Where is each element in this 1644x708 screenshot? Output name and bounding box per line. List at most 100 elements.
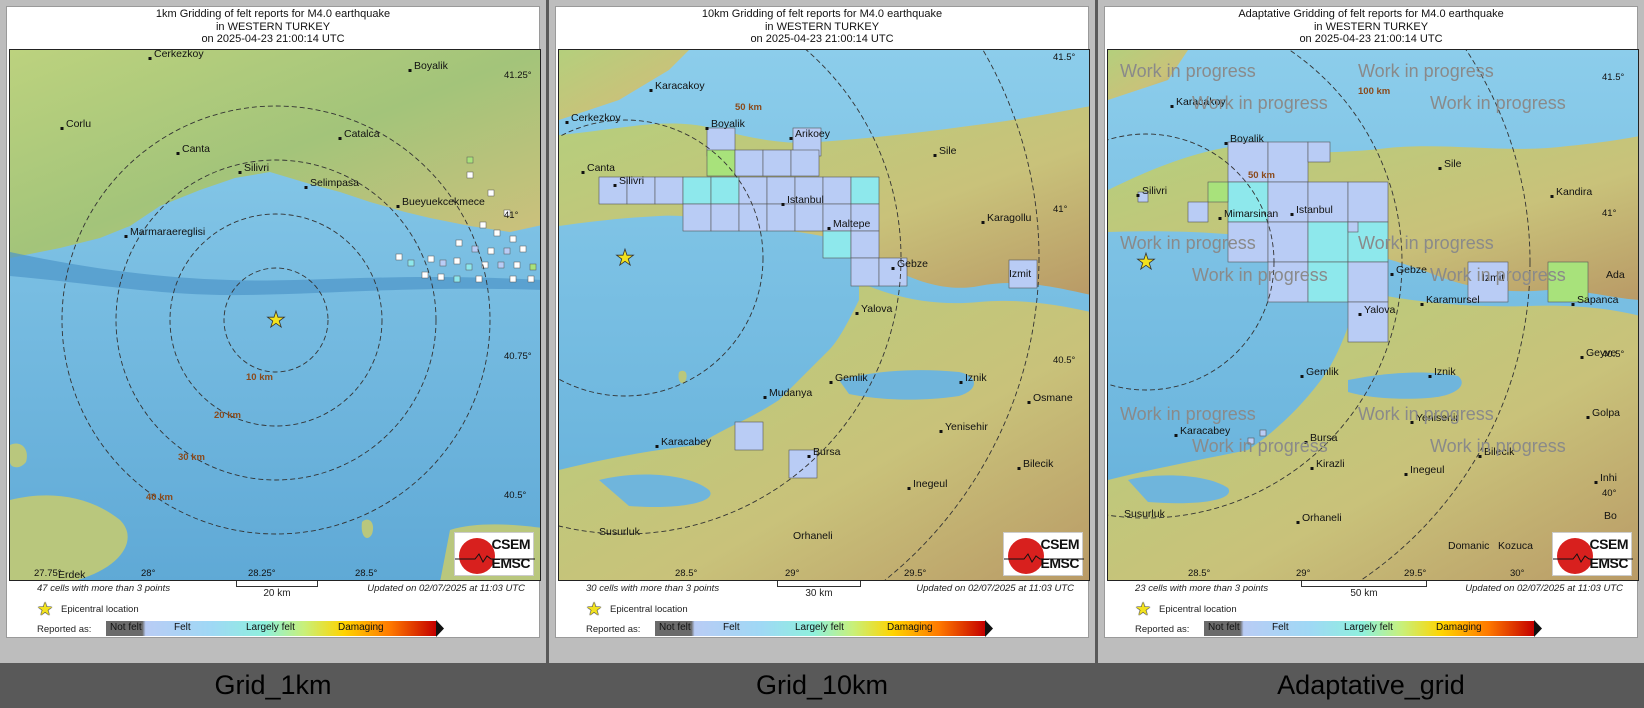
svg-text:Inegeul: Inegeul [1410,464,1444,476]
updated-time: Updated on 02/07/2025 at 11:03 UTC [916,583,1074,594]
map-graphic: KaracakoyBoyalikSileSilivri KandiraMimars… [1108,50,1638,580]
legend-not-felt: Not felt [659,622,691,633]
place-silivri: Silivri [238,162,269,174]
svg-text:Sile: Sile [1444,158,1462,170]
intensity-legend: Not felt Felt Largely felt Damaging [655,620,993,637]
title-line-1: Adaptative Gridding of felt reports for … [1238,8,1504,20]
lat-tick-label: 40.5° [1053,355,1075,366]
watermark: Work in progress [1120,404,1256,424]
lat-tick-label: 41.25° [504,70,532,81]
epicentral-label: Epicentral location [610,604,688,615]
svg-text:Sapanca: Sapanca [1577,294,1619,306]
svg-text:Yenisehir: Yenisehir [945,421,988,433]
place-karacabey: Karacabey [655,436,712,448]
svg-text:Golpa: Golpa [1592,407,1620,419]
legend-damaging: Damaging [1436,622,1482,633]
caption-grid-10km: Grid_10km [755,670,889,700]
place-silivri: Silivri [1136,185,1167,197]
reported-as-label: Reported as: [586,624,641,635]
svg-text:Inhi: Inhi [1600,472,1617,484]
svg-text:Gemlik: Gemlik [835,372,868,384]
svg-text:Susurluk: Susurluk [1124,508,1166,520]
svg-text:Orhaneli: Orhaneli [793,530,833,542]
epicenter-star-icon: ★ [615,245,635,270]
place-mimarsinan: Mimarsinan [1218,208,1278,220]
title-line-2: in WESTERN TURKEY [1313,20,1429,33]
ring-label: 10 km [246,372,273,383]
watermark: Work in progress [1430,93,1566,113]
place-karamursel: Karamursel [1420,294,1480,306]
place-sapanca: Sapanca [1571,294,1619,306]
lon-tick-label: 29° [1296,568,1311,579]
epicentral-star-icon: ★ [586,599,603,619]
svg-text:Osmane: Osmane [1033,392,1073,404]
svg-text:Inegeul: Inegeul [913,478,947,490]
svg-text:Ada: Ada [1606,269,1625,281]
epicentral-label: Epicentral location [1159,604,1237,615]
svg-text:Yalova: Yalova [1364,304,1395,316]
place-karacakoy: Karacakoy [649,80,705,92]
lat-tick-label: 40° [1602,488,1617,499]
svg-text:Silivri: Silivri [244,162,269,174]
place-gemlik: Gemlik [1300,366,1339,378]
intensity-legend: Not felt Felt Largely felt Damaging [1204,620,1542,637]
map-panel: 1km Gridding of felt reports for M4.0 ea… [6,6,541,638]
legend-damaging: Damaging [887,622,933,633]
map-view[interactable]: Cerkezkoy Boyalik Corlu Canta Catalca Silivri… [9,49,541,581]
csem-emsc-logo: CSEM EMSC [1003,532,1084,576]
svg-text:Selimpasa: Selimpasa [310,177,359,189]
svg-text:Cerkezkoy: Cerkezkoy [154,50,204,60]
epicentral-star-icon: ★ [1135,599,1152,619]
place-corlu: Corlu [60,118,91,130]
cells-count: 23 cells with more than 3 points [1135,583,1269,594]
updated-time: Updated on 02/07/2025 at 11:03 UTC [1465,583,1623,594]
lat-tick-label: 41° [1602,208,1617,219]
epicenter-star-icon: ★ [266,307,286,332]
svg-text:Cerkezkoy: Cerkezkoy [571,112,621,124]
svg-text:Boyalik: Boyalik [1230,133,1265,145]
title-line-3: on 2025-04-23 21:00:14 UTC [1299,33,1443,45]
map-title: 1km Gridding of felt reports for M4.0 ea… [7,8,539,46]
legend-largely-felt: Largely felt [1344,622,1393,633]
lat-tick-label: 40.5° [504,490,526,501]
map-view[interactable]: Karacakoy Boyalik Sile Silivri Kandira Mimars… [1107,49,1639,581]
place-kozuca: Kozuca [1498,540,1533,552]
place-izmit: Izmit [1009,268,1031,280]
watermark: Work in progress [1192,93,1328,113]
svg-text:Karacakoy: Karacakoy [655,80,705,92]
place-orhaneli: Orhaneli [1296,512,1342,524]
ring-label: 30 km [178,452,205,463]
title-line-1: 1km Gridding of felt reports for M4.0 ea… [155,8,391,20]
lon-tick-label: 28° [141,568,156,579]
svg-text:Izmit: Izmit [1009,268,1031,280]
place-maltepe: Maltepe [827,218,871,230]
ring-label: 100 km [1358,86,1390,97]
map-graphic: Karacakoy Cerkezkoy Boyalik Arikoey Sile Cant… [559,50,1089,580]
svg-text:Boyalik: Boyalik [414,60,449,72]
ring-label: 100 km [935,50,967,51]
title-line-1: 10km Gridding of felt reports for M4.0 e… [701,8,943,20]
place-canta: Canta [176,143,210,155]
lat-tick-label: 40.75° [504,351,532,362]
map-title: 10km Gridding of felt reports for M4.0 e… [556,8,1088,46]
lat-tick-label: 40.5° [1602,349,1624,360]
svg-text:Kozuca: Kozuca [1498,540,1533,552]
place-marmaraereglisi: Marmaraereglisi [124,226,205,238]
place-erdek: Erdek [58,569,86,580]
svg-text:Yalova: Yalova [861,303,892,315]
svg-text:Iznik: Iznik [1434,366,1456,378]
lat-tick-label: 41° [504,210,519,221]
epicentral-label: Epicentral location [61,604,139,615]
watermark: Work in progress [1192,265,1328,285]
svg-text:Corlu: Corlu [66,118,91,130]
place-yenisehir: Yenisehir [939,421,988,433]
lat-tick-label: 41° [1053,204,1068,215]
place-ada: Ada [1606,269,1625,281]
map-panel: 10km Gridding of felt reports for M4.0 e… [555,6,1090,638]
legend-not-felt: Not felt [110,622,142,633]
svg-text:Silivri: Silivri [1142,185,1167,197]
map-view[interactable]: Karacakoy Cerkezkoy Boyalik Arikoey Sile Cant… [558,49,1090,581]
legend-largely-felt: Largely felt [246,622,295,633]
cells-count: 30 cells with more than 3 points [586,583,720,594]
place-silivri: Silivri [613,175,644,187]
